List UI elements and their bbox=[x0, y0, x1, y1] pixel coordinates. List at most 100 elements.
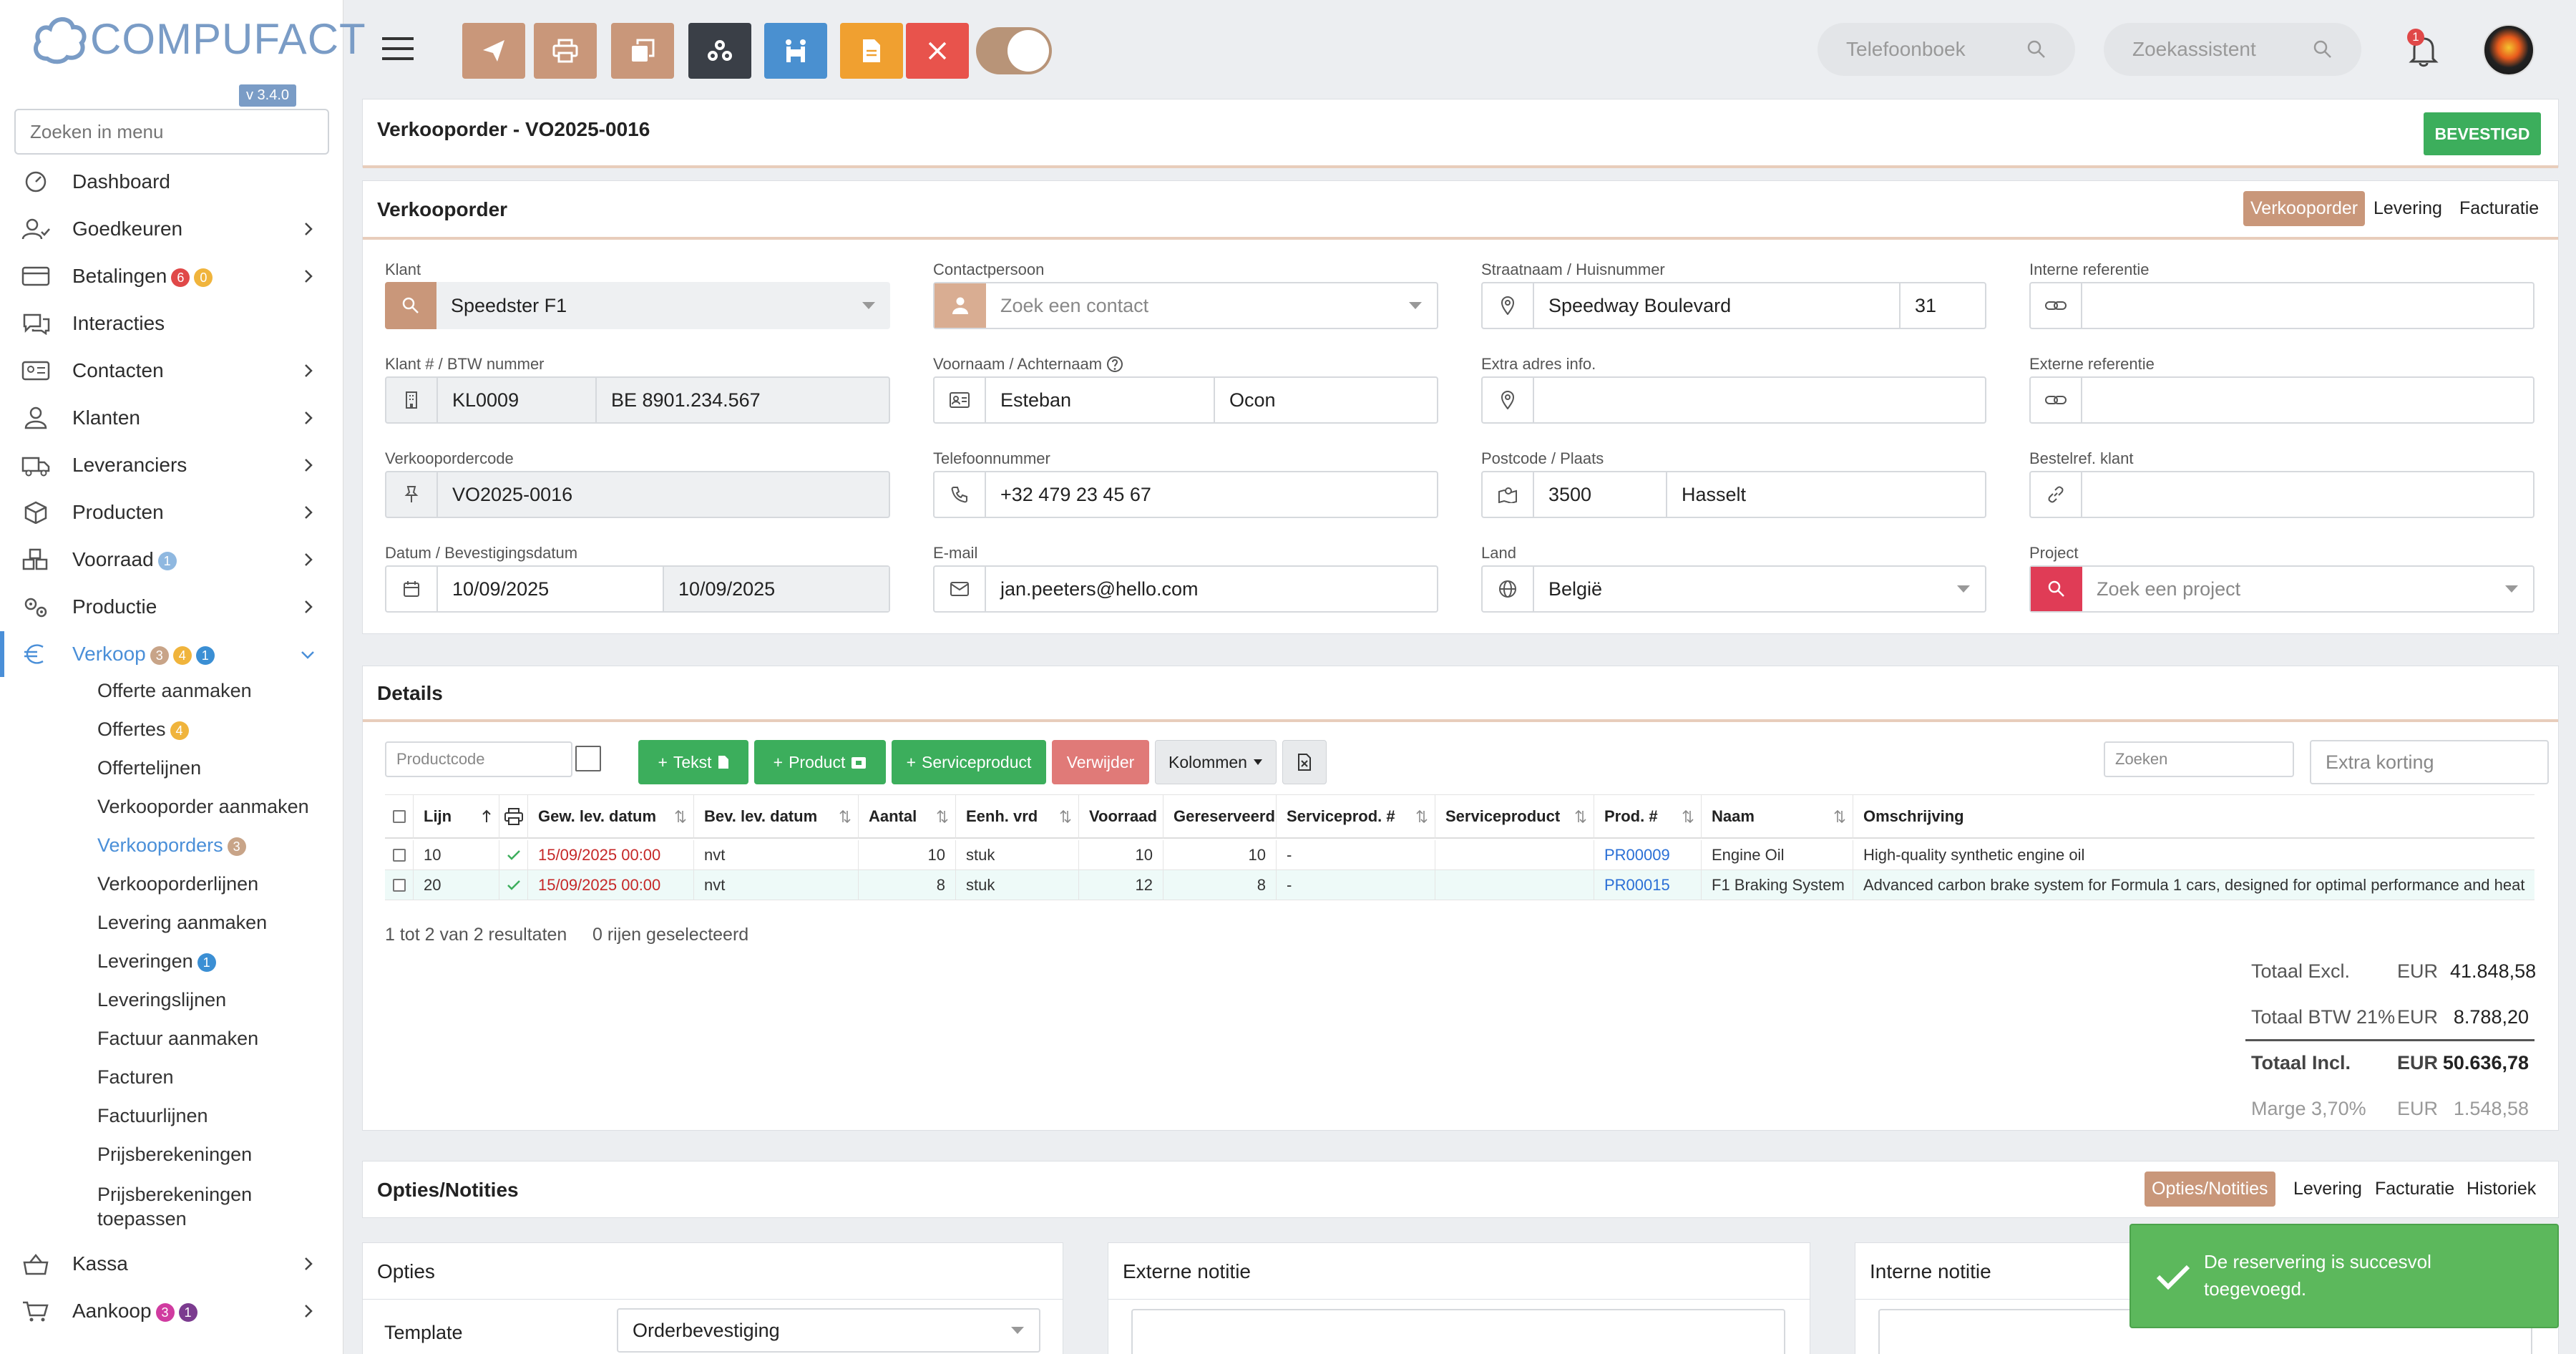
sidebar-sub-verkooporders[interactable]: Verkooporders 3 bbox=[97, 834, 246, 857]
row-checkbox[interactable] bbox=[392, 849, 406, 862]
sidebar-sub-prijsberekeningen-toepassen[interactable]: Prijsberekeningen toepassen bbox=[97, 1182, 252, 1231]
intref-field[interactable] bbox=[2029, 282, 2534, 329]
tab-verkooporder[interactable]: Verkooporder bbox=[2243, 191, 2366, 226]
column-header-serviceprod-nr[interactable]: Serviceprod. # bbox=[1277, 794, 1435, 839]
contact-person-button[interactable] bbox=[935, 283, 986, 328]
sidebar-sub-leveringslijnen[interactable]: Leveringslijnen bbox=[97, 989, 226, 1011]
externe-notitie-input[interactable] bbox=[1131, 1309, 1785, 1354]
delete-button[interactable]: Verwijder bbox=[1052, 740, 1149, 784]
sidebar-sub-offertes[interactable]: Offertes 4 bbox=[97, 719, 189, 741]
column-header-voorraad[interactable]: Voorraad bbox=[1079, 794, 1163, 839]
column-header-print[interactable] bbox=[499, 794, 528, 839]
template-select[interactable]: Orderbevestiging bbox=[617, 1308, 1040, 1353]
column-header-lijn[interactable]: Lijn bbox=[414, 794, 499, 839]
sidebar-item-dashboard[interactable]: Dashboard bbox=[0, 159, 343, 205]
email-value[interactable]: jan.peeters@hello.com bbox=[986, 578, 1437, 600]
document-button[interactable] bbox=[840, 23, 903, 79]
sidebar-item-betalingen[interactable]: Betalingen 6 0 bbox=[0, 253, 343, 299]
sidebar-item-productie[interactable]: Productie bbox=[0, 584, 343, 630]
sidebar-sub-verkooporderlijnen[interactable]: Verkooporderlijnen bbox=[97, 873, 258, 895]
export-excel-button[interactable] bbox=[1282, 740, 1327, 784]
bestelref-field[interactable] bbox=[2029, 471, 2534, 518]
sidebar-sub-facturen[interactable]: Facturen bbox=[97, 1066, 174, 1088]
sidebar-sub-verkooporder-aanmaken[interactable]: Verkooporder aanmaken bbox=[97, 796, 309, 818]
add-text-button[interactable]: + Tekst bbox=[638, 740, 748, 784]
klant-select[interactable]: Speedster F1 bbox=[385, 282, 890, 329]
plaats-value[interactable]: Hasselt bbox=[1667, 484, 1985, 506]
achternaam-value[interactable]: Ocon bbox=[1215, 389, 1437, 411]
column-header-prod-nr[interactable]: Prod. # bbox=[1594, 794, 1702, 839]
add-serviceproduct-button[interactable]: + Serviceproduct bbox=[892, 740, 1046, 784]
cluster-button[interactable] bbox=[688, 23, 751, 79]
datum-value[interactable]: 10/09/2025 bbox=[438, 578, 663, 600]
success-toast[interactable]: De reservering is succesvol toegevoegd. bbox=[2129, 1224, 2559, 1328]
help-icon[interactable] bbox=[1106, 356, 1123, 373]
select-all-checkbox[interactable] bbox=[392, 810, 406, 823]
column-header-eenh-vrd[interactable]: Eenh. vrd bbox=[956, 794, 1079, 839]
voornaam-value[interactable]: Esteban bbox=[986, 389, 1214, 411]
sidebar-item-voorraad[interactable]: Voorraad 1 bbox=[0, 537, 343, 583]
tab-levering[interactable]: Levering bbox=[2366, 191, 2449, 226]
sidebar-item-aankoop[interactable]: Aankoop 3 1 bbox=[0, 1288, 343, 1334]
sidebar-item-kassa[interactable]: Kassa bbox=[0, 1241, 343, 1287]
table-row[interactable]: 20 15/09/2025 00:00 nvt 8 stuk 12 8 - PR… bbox=[385, 870, 2534, 900]
sidebar-sub-leveringen[interactable]: Leveringen 1 bbox=[97, 950, 216, 973]
contact-select[interactable]: Zoek een contact bbox=[933, 282, 1438, 329]
grid-search-input[interactable]: Zoeken bbox=[2104, 741, 2294, 777]
tel-value[interactable]: +32 479 23 45 67 bbox=[986, 484, 1437, 506]
sidebar-item-interacties[interactable]: Interacties bbox=[0, 301, 343, 346]
select-checkbox[interactable] bbox=[575, 746, 601, 771]
column-header-bev-lev-datum[interactable]: Bev. lev. datum bbox=[694, 794, 859, 839]
cell-prod-nr-link[interactable]: PR00009 bbox=[1594, 840, 1702, 870]
avatar[interactable] bbox=[2483, 24, 2534, 76]
extref-field[interactable] bbox=[2029, 376, 2534, 424]
print-button[interactable] bbox=[534, 23, 597, 79]
tab-opties-notities[interactable]: Opties/Notities bbox=[2145, 1172, 2275, 1207]
project-search-button[interactable] bbox=[2031, 567, 2082, 611]
table-row[interactable]: 10 15/09/2025 00:00 nvt 10 stuk 10 10 - … bbox=[385, 840, 2534, 870]
sidebar-sub-prijsberekeningen[interactable]: Prijsberekeningen bbox=[97, 1144, 252, 1166]
project-select[interactable]: Zoek een project bbox=[2029, 565, 2534, 613]
extra-field[interactable] bbox=[1481, 376, 1986, 424]
assign-people-button[interactable] bbox=[764, 23, 827, 79]
column-header-gew-lev-datum[interactable]: Gew. lev. datum bbox=[528, 794, 694, 839]
sidebar-sub-offertelijnen[interactable]: Offertelijnen bbox=[97, 757, 201, 779]
column-header-omschrijving[interactable]: Omschrijving bbox=[1853, 794, 2534, 839]
straat-field[interactable]: Speedway Boulevard 31 bbox=[1481, 282, 1986, 329]
tel-field[interactable]: +32 479 23 45 67 bbox=[933, 471, 1438, 518]
sidebar-item-producten[interactable]: Producten bbox=[0, 490, 343, 535]
mode-toggle[interactable] bbox=[976, 27, 1052, 74]
tab-facturatie[interactable]: Facturatie bbox=[2368, 1172, 2462, 1207]
columns-dropdown-button[interactable]: Kolommen bbox=[1155, 740, 1277, 784]
sidebar-item-verkoop[interactable]: Verkoop 3 4 1 bbox=[0, 631, 343, 677]
sidebar-sub-offerte-aanmaken[interactable]: Offerte aanmaken bbox=[97, 680, 252, 702]
hamburger-menu-button[interactable] bbox=[382, 34, 414, 63]
land-select[interactable]: België bbox=[1481, 565, 1986, 613]
sidebar-sub-factuur-aanmaken[interactable]: Factuur aanmaken bbox=[97, 1028, 258, 1050]
huisnr-value[interactable]: 31 bbox=[1901, 295, 1985, 317]
assistant-search[interactable]: Zoekassistent bbox=[2104, 23, 2361, 76]
datum-field[interactable]: 10/09/2025 10/09/2025 bbox=[385, 565, 890, 613]
tab-facturatie[interactable]: Facturatie bbox=[2452, 191, 2546, 226]
copy-button[interactable] bbox=[611, 23, 674, 79]
sidebar-item-contacten[interactable]: Contacten bbox=[0, 348, 343, 394]
extra-discount-input[interactable]: Extra korting bbox=[2310, 740, 2549, 784]
column-header-serviceproduct[interactable]: Serviceproduct bbox=[1435, 794, 1594, 839]
naam-field[interactable]: Esteban Ocon bbox=[933, 376, 1438, 424]
productcode-input[interactable]: Productcode bbox=[385, 741, 572, 777]
straat-value[interactable]: Speedway Boulevard bbox=[1534, 295, 1899, 317]
postcode-value[interactable]: 3500 bbox=[1534, 484, 1666, 506]
close-button[interactable] bbox=[906, 23, 969, 79]
sidebar-item-klanten[interactable]: Klanten bbox=[0, 395, 343, 441]
tab-historiek[interactable]: Historiek bbox=[2459, 1172, 2543, 1207]
cell-prod-nr-link[interactable]: PR00015 bbox=[1594, 870, 1702, 900]
row-checkbox[interactable] bbox=[392, 879, 406, 892]
column-header-naam[interactable]: Naam bbox=[1702, 794, 1853, 839]
postcode-field[interactable]: 3500 Hasselt bbox=[1481, 471, 1986, 518]
add-product-button[interactable]: + Product bbox=[754, 740, 886, 784]
menu-search-input[interactable] bbox=[14, 109, 329, 155]
sidebar-item-leveranciers[interactable]: Leveranciers bbox=[0, 442, 343, 488]
tab-levering[interactable]: Levering bbox=[2286, 1172, 2369, 1207]
notifications-button[interactable]: 1 bbox=[2407, 29, 2440, 69]
column-header-aantal[interactable]: Aantal bbox=[859, 794, 956, 839]
